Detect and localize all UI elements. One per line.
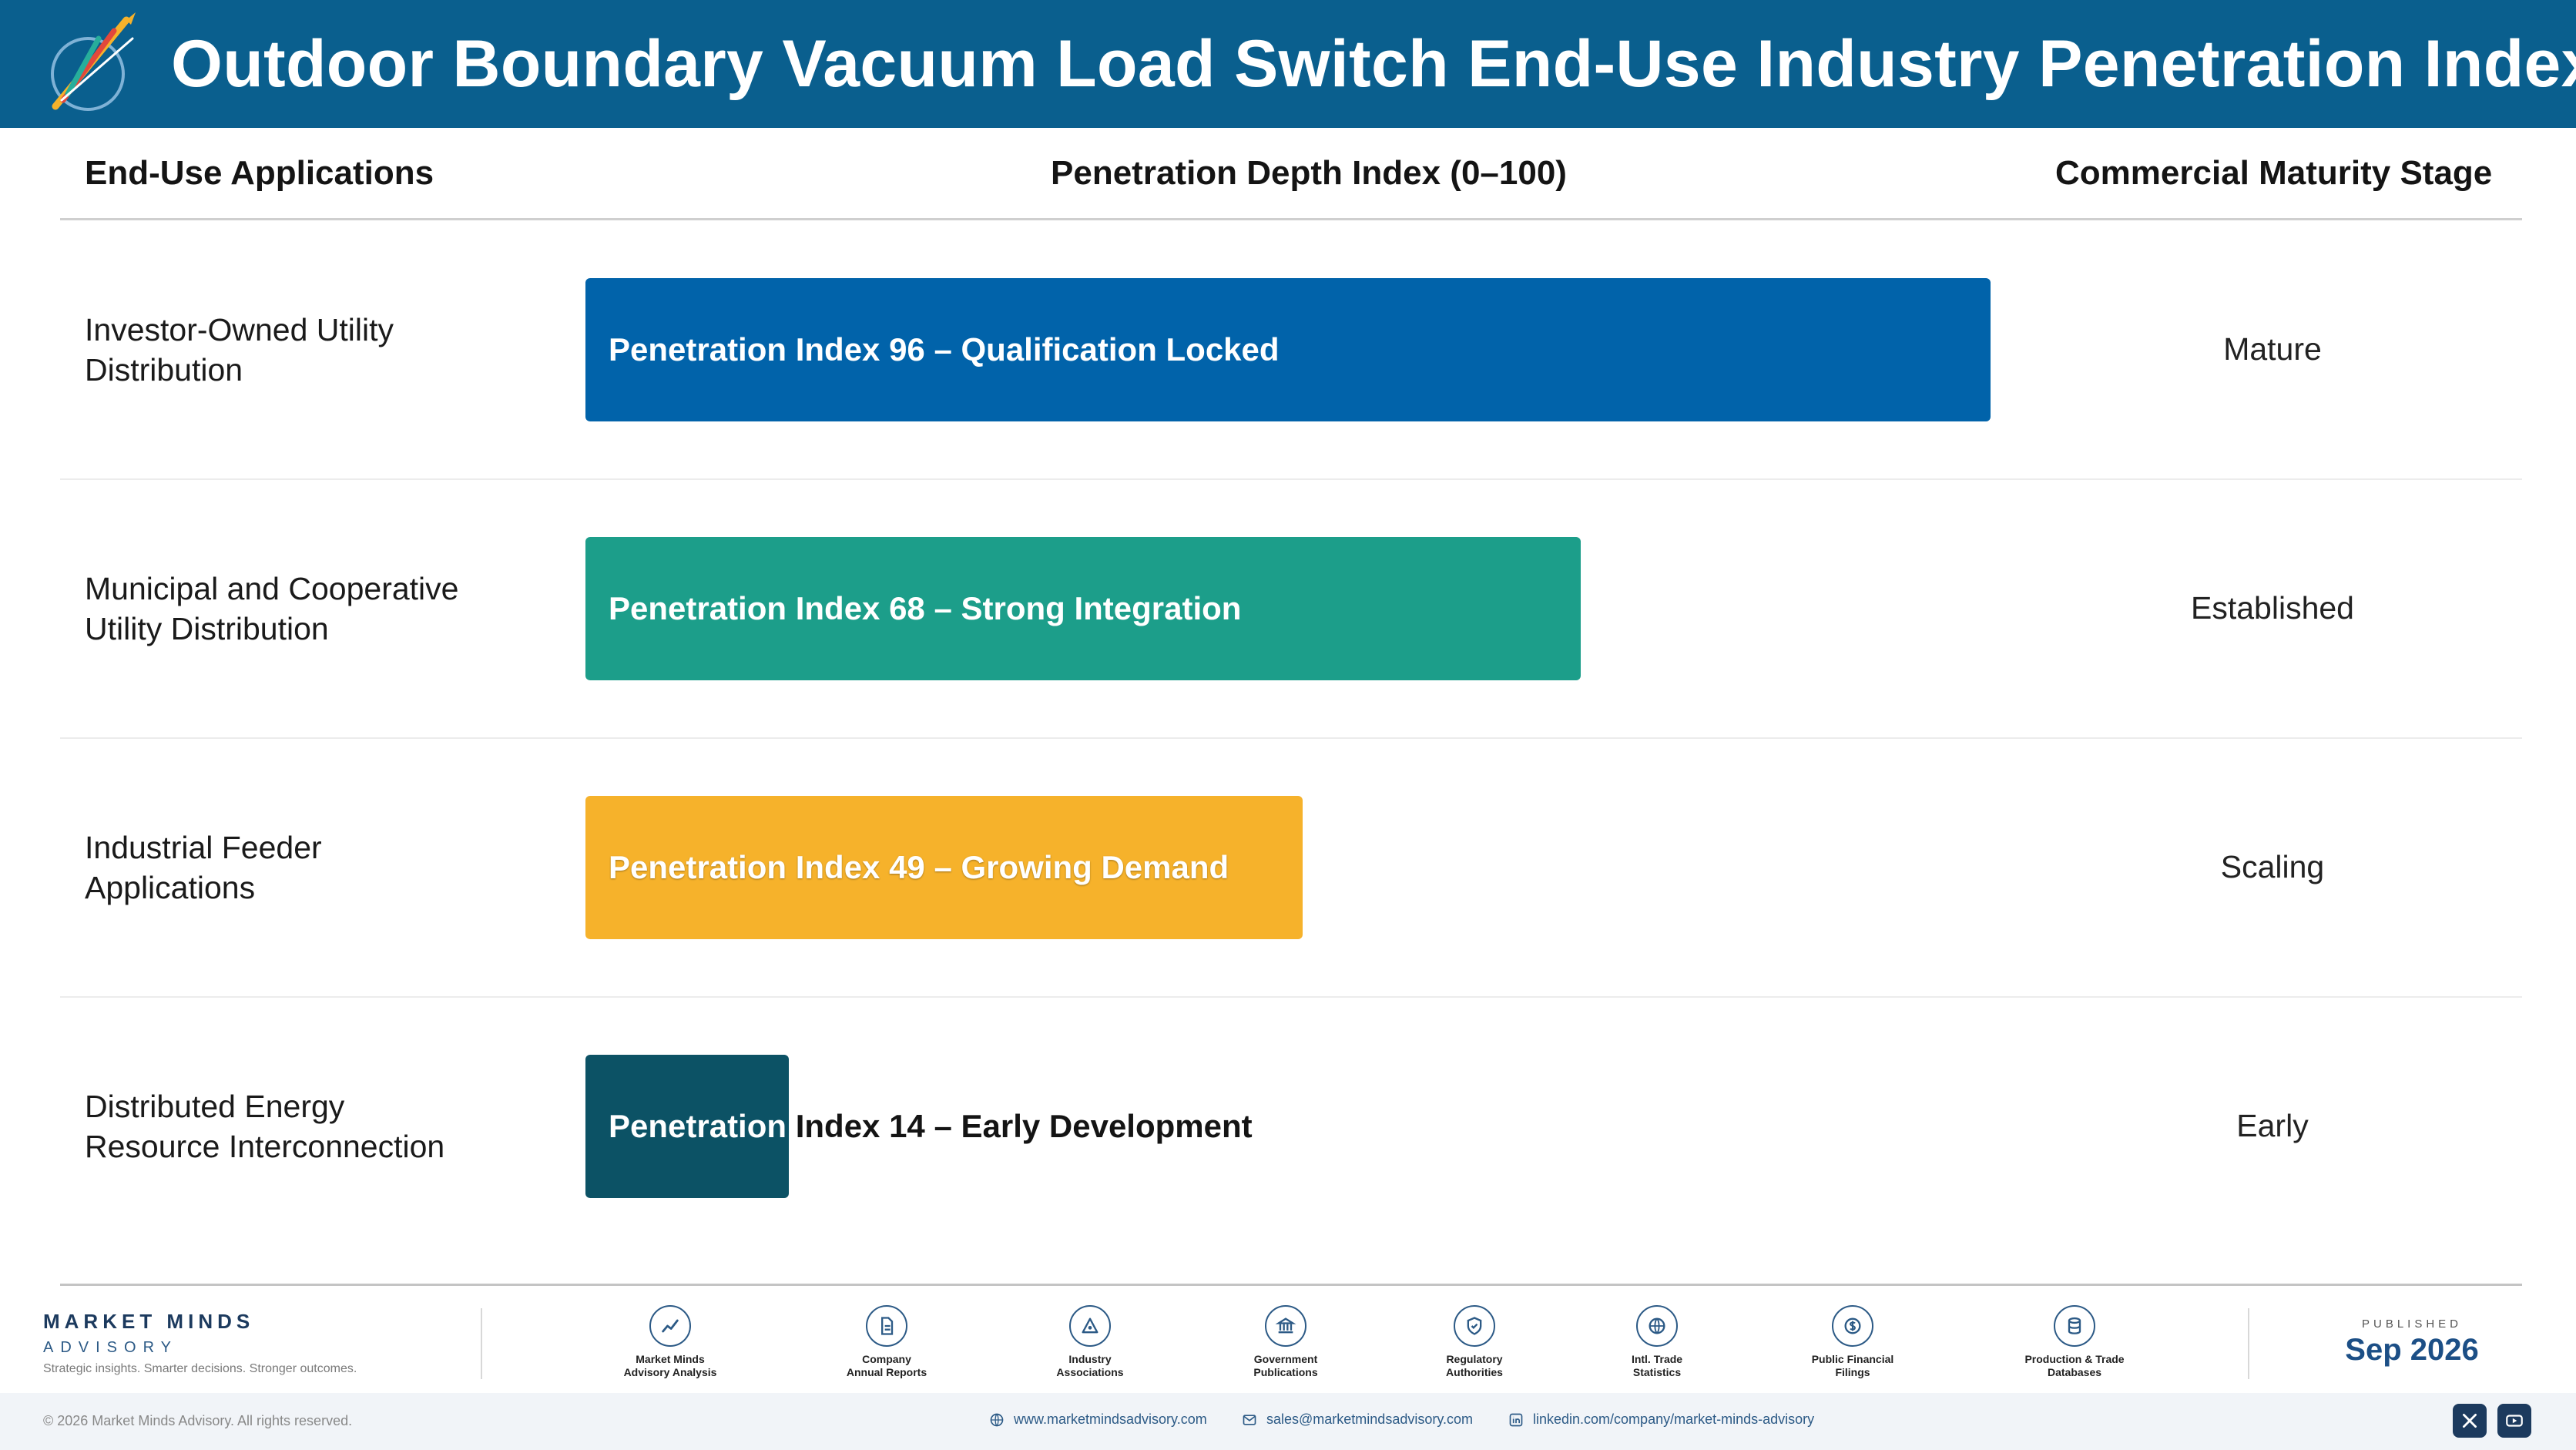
published-label: PUBLISHED — [2361, 1317, 2463, 1331]
application-label: Investor-Owned Utility Distribution — [85, 310, 547, 390]
source-label-line: Regulatory — [1446, 1353, 1503, 1365]
footer-divider — [2248, 1308, 2249, 1379]
application-label: Industrial Feeder Applications — [85, 827, 547, 908]
source-item: Production & Trade Databases — [1997, 1305, 2152, 1379]
source-label-line: Government — [1253, 1353, 1318, 1365]
application-label-line: Industrial Feeder — [85, 830, 322, 865]
mail-icon — [1243, 1414, 1256, 1425]
email-text: sales@marketmindsadvisory.com — [1266, 1411, 1474, 1427]
bar-data-label: Penetration Index 14 – Early Development — [609, 1055, 1253, 1198]
shield-check-icon — [1454, 1305, 1495, 1347]
row-separator — [60, 478, 2522, 480]
network-icon — [1069, 1305, 1111, 1347]
maturity-stage: Early — [2236, 1108, 2309, 1143]
source-label: Public Financial Filings — [1776, 1353, 1930, 1379]
brand-name: MARKET MINDS — [43, 1310, 255, 1333]
column-header-index: Penetration Depth Index (0–100) — [1051, 154, 1567, 192]
bar-data-label: Penetration Index 96 – Qualification Loc… — [609, 331, 1280, 368]
source-label-line: Company — [862, 1353, 911, 1365]
dollar-coin-icon — [1832, 1305, 1873, 1347]
application-label-line: Resource Interconnection — [85, 1129, 445, 1164]
globe-icon — [990, 1413, 1004, 1426]
header-divider — [60, 218, 2522, 220]
linkedin-text: linkedin.com/company/market-minds-adviso… — [1533, 1411, 1815, 1427]
linkedin-icon — [1509, 1413, 1523, 1426]
application-label-line: Utility Distribution — [85, 611, 329, 646]
application-label: Municipal and Cooperative Utility Distrib… — [85, 569, 547, 649]
source-label-line: Annual Reports — [846, 1366, 927, 1378]
header-bar: Outdoor Boundary Vacuum Load Switch End-… — [0, 0, 2576, 128]
source-label: Intl. Trade Statistics — [1580, 1353, 1734, 1379]
source-item: Industry Associations — [1013, 1305, 1167, 1379]
maturity-stage: Mature — [2223, 331, 2322, 367]
chart-bottom-divider — [60, 1284, 2522, 1286]
source-item: Government Publications — [1209, 1305, 1363, 1379]
source-item: Regulatory Authorities — [1397, 1305, 1551, 1379]
source-item: Market Minds Advisory Analysis — [593, 1305, 747, 1379]
brand-tagline: Strategic insights. Smarter decisions. S… — [43, 1362, 357, 1375]
source-item: Company Annual Reports — [810, 1305, 964, 1379]
government-building-icon — [1265, 1305, 1306, 1347]
page-title: Outdoor Boundary Vacuum Load Switch End-… — [171, 27, 2576, 101]
row-separator — [60, 737, 2522, 739]
globe-icon — [1636, 1305, 1678, 1347]
source-label: Company Annual Reports — [810, 1353, 964, 1379]
maturity-stage: Established — [2191, 590, 2354, 626]
source-item: Public Financial Filings — [1776, 1305, 1930, 1379]
column-header-stage: Commercial Maturity Stage — [2055, 154, 2493, 192]
source-label: Industry Associations — [1013, 1353, 1167, 1379]
x-social-button[interactable] — [2453, 1404, 2487, 1438]
maturity-stage: Scaling — [2220, 849, 2325, 884]
bar-data-label: Penetration Index 49 – Growing Demand — [609, 849, 1229, 885]
source-label-line: Production & Trade — [2024, 1353, 2125, 1365]
copyright: © 2026 Market Minds Advisory. All rights… — [43, 1413, 353, 1428]
bar-data-label: Penetration Index 68 – Strong Integratio… — [609, 590, 1242, 626]
source-label-line: Databases — [2047, 1366, 2102, 1378]
application-label-line: Municipal and Cooperative — [85, 571, 459, 606]
youtube-icon — [2506, 1415, 2523, 1427]
source-label-line: Associations — [1056, 1366, 1124, 1378]
published-date: Sep 2026 — [2345, 1333, 2479, 1367]
column-header-applications: End-Use Applications — [85, 154, 434, 192]
database-icon — [2054, 1305, 2095, 1347]
source-label-line: Authorities — [1446, 1366, 1503, 1378]
logo-icon — [51, 12, 136, 111]
footer-divider — [481, 1308, 482, 1379]
source-label: Government Publications — [1209, 1353, 1363, 1379]
email-link[interactable]: sales@marketmindsadvisory.com — [1242, 1411, 1473, 1428]
source-label-line: Intl. Trade — [1631, 1353, 1683, 1365]
youtube-social-button[interactable] — [2497, 1404, 2531, 1438]
source-label: Market Minds Advisory Analysis — [593, 1353, 747, 1379]
source-label-line: Public Financial — [1811, 1353, 1894, 1365]
website-link[interactable]: www.marketmindsadvisory.com — [989, 1411, 1207, 1428]
application-label-line: Applications — [85, 870, 256, 905]
source-label-line: Advisory Analysis — [623, 1366, 717, 1378]
application-label-line: Investor-Owned Utility — [85, 312, 394, 347]
application-label-line: Distributed Energy — [85, 1089, 345, 1124]
source-label: Production & Trade Databases — [1997, 1353, 2152, 1379]
brand-sub: ADVISORY — [43, 1339, 178, 1356]
application-label-line: Distribution — [85, 352, 243, 388]
x-icon — [2463, 1414, 2477, 1428]
website-text: www.marketmindsadvisory.com — [1014, 1411, 1207, 1427]
source-label-line: Market Minds — [636, 1353, 705, 1365]
source-label: Regulatory Authorities — [1397, 1353, 1551, 1379]
source-label-line: Filings — [1835, 1366, 1870, 1378]
linkedin-link[interactable]: linkedin.com/company/market-minds-adviso… — [1508, 1411, 1814, 1428]
source-label-line: Statistics — [1632, 1366, 1682, 1378]
source-label-line: Industry — [1068, 1353, 1112, 1365]
application-label: Distributed Energy Resource Interconnecti… — [85, 1086, 547, 1166]
trend-chart-icon — [649, 1305, 691, 1347]
source-label-line: Publications — [1253, 1366, 1318, 1378]
source-item: Intl. Trade Statistics — [1580, 1305, 1734, 1379]
row-separator — [60, 996, 2522, 998]
document-icon — [866, 1305, 907, 1347]
